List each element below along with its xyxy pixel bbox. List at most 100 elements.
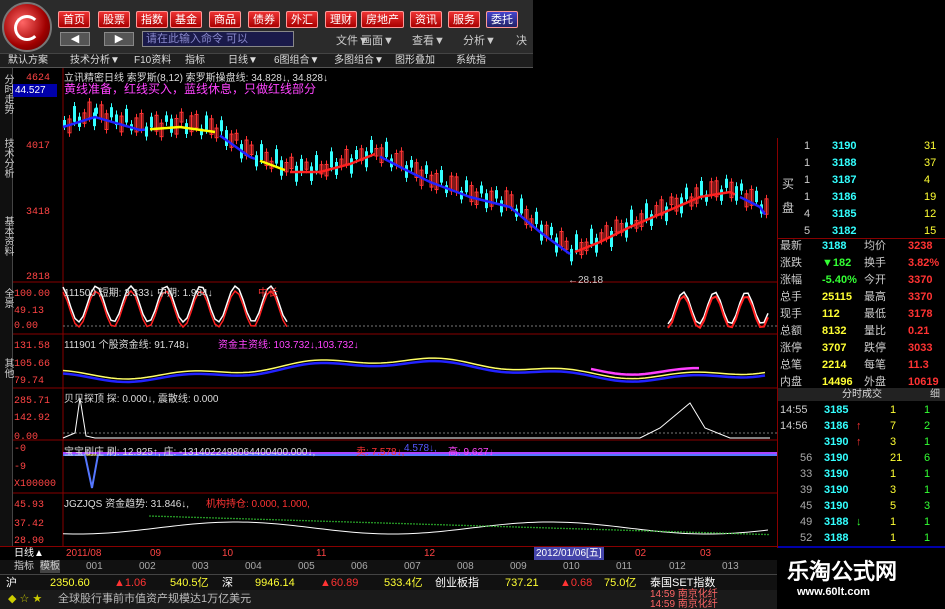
holding-dot bbox=[575, 527, 577, 530]
indicator-number-tab[interactable]: 001 bbox=[86, 560, 103, 573]
kline-chart-area[interactable] bbox=[0, 68, 777, 546]
menu-item-3[interactable]: 分析▼ bbox=[463, 32, 496, 48]
toolbar2-item-8[interactable]: 系统指 bbox=[456, 54, 486, 67]
nav-button-2[interactable]: 指数 bbox=[136, 11, 168, 28]
holding-dot bbox=[242, 517, 244, 520]
y-label: 100.00 bbox=[14, 289, 51, 300]
nav-button-8[interactable]: 房地产 bbox=[361, 11, 404, 28]
toolbar2-item-0[interactable]: 默认方案 bbox=[8, 54, 48, 67]
nav-button-10[interactable]: 服务 bbox=[448, 11, 480, 28]
holding-dot bbox=[434, 523, 436, 526]
period-tag[interactable]: 日线▲ bbox=[14, 547, 44, 560]
indicator-number-tab[interactable]: 006 bbox=[351, 560, 368, 573]
holding-dot bbox=[593, 528, 595, 531]
app-logo-icon[interactable] bbox=[2, 2, 52, 52]
bid-price: 3186 bbox=[832, 191, 857, 203]
nav-button-7[interactable]: 理财 bbox=[325, 11, 357, 28]
forward-button[interactable]: ▶ bbox=[104, 32, 134, 46]
holding-dot bbox=[476, 525, 478, 527]
candle-body bbox=[330, 151, 333, 168]
holding-dot bbox=[686, 531, 688, 533]
holding-dot bbox=[215, 517, 217, 519]
indicator-number-tab[interactable]: 008 bbox=[457, 560, 474, 573]
holding-dot bbox=[716, 532, 718, 534]
indicator-tab-1[interactable]: 模板 bbox=[40, 560, 60, 573]
candle-body bbox=[205, 115, 208, 130]
candle-body bbox=[220, 120, 223, 132]
y-label: 0.00 bbox=[14, 432, 39, 443]
holding-dot bbox=[233, 517, 235, 520]
holding-dot bbox=[491, 525, 493, 528]
holding-dot bbox=[494, 525, 496, 528]
bid-row[interactable]: 1 3186 19 bbox=[778, 189, 945, 206]
holding-dot bbox=[155, 515, 157, 517]
menu-item-4[interactable]: 决 bbox=[516, 32, 527, 48]
indicator-tab-0[interactable]: 指标 bbox=[14, 560, 34, 573]
holding-dot bbox=[758, 533, 760, 536]
indicator-number-tab[interactable]: 013 bbox=[722, 560, 739, 573]
indicator-number-tab[interactable]: 005 bbox=[298, 560, 315, 573]
back-button[interactable]: ◀ bbox=[60, 32, 90, 46]
holding-dot bbox=[149, 515, 151, 517]
indicator-number-tab[interactable]: 009 bbox=[510, 560, 527, 573]
stat-value2: 0.21 bbox=[908, 325, 930, 337]
nav-button-5[interactable]: 债券 bbox=[248, 11, 280, 28]
nav-button-11[interactable]: 委托 bbox=[486, 11, 518, 28]
news-ticker[interactable]: 全球股行事前市值资产规模达1万亿美元 bbox=[58, 590, 251, 609]
toolbar2-item-1[interactable]: 技术分析▼ bbox=[70, 54, 120, 67]
trade-volume: 5 bbox=[890, 500, 897, 512]
holding-dot bbox=[518, 526, 520, 528]
news-alert-2[interactable]: 14:59 南京化纤 bbox=[650, 595, 718, 609]
nav-button-3[interactable]: 基金 bbox=[170, 11, 202, 28]
holding-dot bbox=[440, 523, 442, 526]
bid-row[interactable]: 4 3185 12 bbox=[778, 206, 945, 223]
trade-volume: 21 bbox=[890, 452, 903, 464]
toolbar2-item-7[interactable]: 图形叠加 bbox=[395, 54, 435, 67]
toolbar2-item-6[interactable]: 多图组合▼ bbox=[334, 54, 384, 67]
left-tab-0[interactable]: 分时走势 bbox=[0, 74, 13, 114]
holding-dot bbox=[338, 520, 340, 523]
holding-dot bbox=[623, 529, 625, 532]
indicator-number-tab[interactable]: 012 bbox=[669, 560, 686, 573]
toolbar2-item-3[interactable]: 指标 bbox=[185, 54, 205, 67]
left-tab-4[interactable]: 其他 bbox=[0, 358, 13, 378]
bid-row[interactable]: 1 3187 4 bbox=[778, 172, 945, 189]
holding-dot bbox=[293, 519, 295, 522]
trade-time: 14:55 bbox=[780, 404, 808, 416]
command-input[interactable]: 请在此输入命令 可以 bbox=[142, 31, 294, 47]
indicator-number-tab[interactable]: 011 bbox=[616, 560, 632, 573]
y-label: 0.00 bbox=[14, 321, 39, 332]
left-tab-2[interactable]: 基本资料 bbox=[0, 216, 13, 256]
holding-dot bbox=[452, 524, 454, 526]
bid-volume: 37 bbox=[924, 157, 937, 169]
nav-button-1[interactable]: 股票 bbox=[98, 11, 130, 28]
trade-count: 1 bbox=[924, 516, 931, 528]
indicator-number-tab[interactable]: 007 bbox=[404, 560, 421, 573]
indicator-number-tab[interactable]: 003 bbox=[192, 560, 209, 573]
trade-row: 14:55 3185 1 1 bbox=[778, 402, 945, 418]
holding-dot bbox=[188, 516, 190, 518]
toolbar2-item-5[interactable]: 6图组合▼ bbox=[274, 54, 319, 67]
holding-dot bbox=[548, 527, 550, 529]
holding-dot bbox=[308, 519, 310, 522]
holding-dot bbox=[407, 522, 409, 525]
toolbar2-item-2[interactable]: F10资料 bbox=[134, 54, 171, 67]
sh-change: ▲1.06 bbox=[114, 577, 147, 589]
trades-detail-tab[interactable]: 细 bbox=[930, 388, 940, 401]
stat-label: 总手 bbox=[780, 291, 802, 303]
left-tab-1[interactable]: 技术分析 bbox=[0, 138, 13, 178]
menu-item-2[interactable]: 查看▼ bbox=[412, 32, 445, 48]
left-tab-3[interactable]: 全景 bbox=[0, 288, 13, 308]
bid-row[interactable]: 1 3190 31 bbox=[778, 138, 945, 155]
nav-button-6[interactable]: 外汇 bbox=[286, 11, 318, 28]
nav-button-4[interactable]: 商品 bbox=[209, 11, 241, 28]
indicator-number-tab[interactable]: 002 bbox=[139, 560, 156, 573]
indicator-number-tab[interactable]: 004 bbox=[245, 560, 262, 573]
nav-button-9[interactable]: 资讯 bbox=[410, 11, 442, 28]
bid-row[interactable]: 1 3188 37 bbox=[778, 155, 945, 172]
indicator-number-tab[interactable]: 010 bbox=[563, 560, 580, 573]
toolbar2-item-4[interactable]: 日线▼ bbox=[228, 54, 258, 67]
nav-button-0[interactable]: 首页 bbox=[58, 11, 90, 28]
menu-item-1[interactable]: 画面▼ bbox=[361, 32, 394, 48]
holding-dot bbox=[275, 518, 277, 521]
